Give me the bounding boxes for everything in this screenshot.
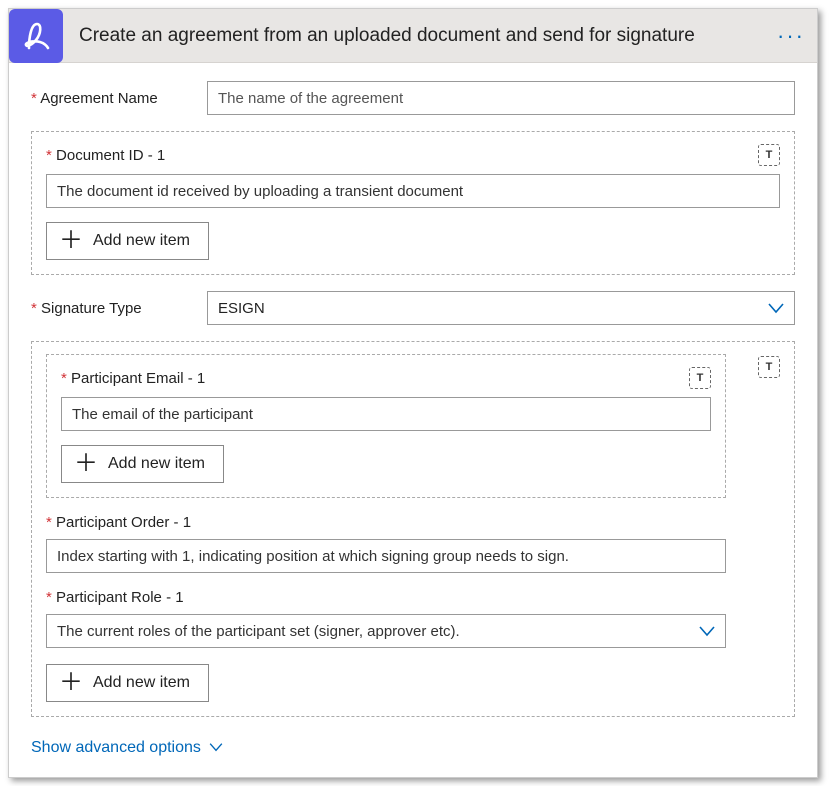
dynamic-content-icon[interactable]: T — [689, 367, 711, 389]
agreement-name-label: * Agreement Name — [31, 90, 207, 107]
plus-icon: ＋ — [59, 229, 83, 253]
participant-email-group: * Participant Email - 1 T ＋Add new item — [46, 354, 726, 498]
add-participant-set-button[interactable]: ＋Add new item — [46, 664, 209, 702]
chevron-down-icon — [768, 302, 784, 314]
more-actions-button[interactable]: ··· — [777, 23, 817, 49]
participant-order-input[interactable] — [46, 539, 726, 573]
dynamic-content-icon[interactable]: T — [758, 356, 780, 378]
chevron-down-icon — [209, 739, 223, 757]
agreement-name-input[interactable] — [207, 81, 795, 115]
signature-type-value: ESIGN — [218, 300, 265, 317]
participant-role-select[interactable]: The current roles of the participant set… — [46, 614, 726, 648]
add-participant-email-button[interactable]: ＋Add new item — [61, 445, 224, 483]
signature-type-select[interactable]: ESIGN — [207, 291, 795, 325]
participant-order-label: * Participant Order - 1 — [46, 514, 726, 531]
card-body: * Agreement Name * Document ID - 1 T ＋Ad… — [9, 63, 817, 777]
participants-group: T * Participant Email - 1 T ＋Add new ite… — [31, 341, 795, 717]
document-id-group: * Document ID - 1 T ＋Add new item — [31, 131, 795, 275]
document-id-input[interactable] — [46, 174, 780, 208]
document-id-label: * Document ID - 1 — [46, 147, 165, 164]
dynamic-content-icon[interactable]: T — [758, 144, 780, 166]
participant-email-input[interactable] — [61, 397, 711, 431]
participant-email-label: * Participant Email - 1 — [61, 370, 205, 387]
action-card: Create an agreement from an uploaded doc… — [8, 8, 818, 778]
card-header: Create an agreement from an uploaded doc… — [9, 9, 817, 63]
participant-role-value: The current roles of the participant set… — [57, 623, 460, 640]
plus-icon: ＋ — [59, 671, 83, 695]
chevron-down-icon — [699, 625, 715, 637]
signature-type-row: * Signature Type ESIGN — [31, 291, 795, 325]
adobe-sign-icon — [9, 9, 63, 63]
agreement-name-row: * Agreement Name — [31, 81, 795, 115]
participant-role-label: * Participant Role - 1 — [46, 589, 726, 606]
signature-type-label: * Signature Type — [31, 300, 207, 317]
participant-role-block: * Participant Role - 1 The current roles… — [46, 589, 726, 648]
participant-order-block: * Participant Order - 1 — [46, 514, 726, 573]
show-advanced-options-button[interactable]: Show advanced options — [31, 739, 223, 757]
card-title: Create an agreement from an uploaded doc… — [79, 25, 777, 47]
plus-icon: ＋ — [74, 452, 98, 476]
add-document-item-button[interactable]: ＋Add new item — [46, 222, 209, 260]
